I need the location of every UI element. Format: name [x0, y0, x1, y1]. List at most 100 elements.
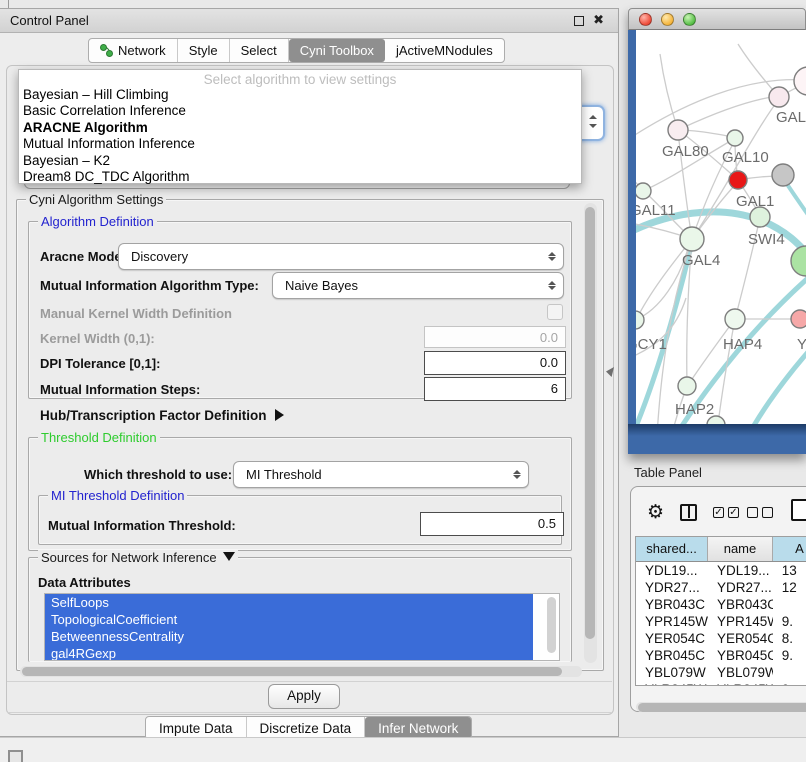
table-settings-gear-icon[interactable]: ⚙	[647, 501, 664, 524]
select-all-columns-icon[interactable]: ✓✓	[713, 507, 739, 518]
data-attributes-list[interactable]: SelfLoopsTopologicalCoefficientBetweenne…	[44, 593, 560, 661]
tab-infer-network-label: Infer Network	[378, 721, 458, 736]
table-row[interactable]: YLR345WYLR345W9.	[636, 681, 806, 686]
network-node[interactable]	[769, 87, 789, 107]
network-node[interactable]	[725, 309, 745, 329]
cyni-algorithm-settings-title: Cyni Algorithm Settings	[26, 192, 166, 207]
mi-threshold-field[interactable]: 0.5	[420, 512, 564, 536]
table-column-header[interactable]: A	[773, 537, 806, 561]
network-node[interactable]	[636, 183, 651, 199]
tab-impute-data[interactable]: Impute Data	[146, 717, 247, 739]
tab-infer-network[interactable]: Infer Network	[365, 717, 471, 739]
tab-jactivemnodules[interactable]: jActiveMNodules	[385, 39, 504, 62]
table-cell: YBL079W	[636, 664, 708, 681]
network-node[interactable]	[680, 227, 704, 251]
close-icon[interactable]: ✖	[593, 14, 604, 25]
sources-title-label: Sources for Network Inference	[41, 550, 217, 565]
mi-steps-field[interactable]: 6	[424, 377, 566, 401]
table-cell: 12	[773, 579, 806, 596]
table-row[interactable]: YBR045CYBR045C9.	[636, 647, 806, 664]
tab-style[interactable]: Style	[178, 39, 230, 62]
network-node[interactable]	[772, 164, 794, 186]
network-window-titlebar[interactable]	[628, 8, 806, 30]
mi-algorithm-type-combobox[interactable]: Naive Bayes	[272, 272, 564, 299]
float-window-icon[interactable]	[574, 16, 584, 26]
algorithm-option[interactable]: Bayesian – Hill Climbing	[19, 87, 581, 103]
table-column-header[interactable]: name	[708, 537, 773, 561]
settings-vertical-scrollbar[interactable]	[584, 203, 597, 663]
tab-cyni-toolbox[interactable]: Cyni Toolbox	[289, 39, 385, 62]
combo-arrows-icon	[513, 462, 521, 487]
mac-close-button[interactable]	[639, 13, 652, 26]
tab-select[interactable]: Select	[230, 39, 289, 62]
tab-network[interactable]: Network	[89, 39, 178, 62]
network-node[interactable]	[791, 246, 806, 276]
network-focus-border	[628, 424, 806, 454]
table-cell: YDR27...	[636, 579, 708, 596]
network-node[interactable]	[668, 120, 688, 140]
table-cell: YLR345W	[708, 681, 773, 686]
table-row[interactable]: YBL079WYBL079W	[636, 664, 806, 681]
kernel-width-field[interactable]: 0.0	[424, 326, 566, 348]
table-column-header[interactable]: shared...	[636, 537, 708, 561]
aracne-mode-combobox[interactable]: Discovery	[118, 243, 564, 270]
attribute-list-item[interactable]: SelfLoops	[45, 594, 533, 611]
table-horizontal-scrollbar[interactable]	[636, 702, 806, 712]
network-node[interactable]	[729, 171, 747, 189]
table-cell: YER054C	[708, 630, 773, 647]
table-row[interactable]: YDL19...YDL19...13	[636, 562, 806, 579]
attribute-list-item[interactable]: TopologicalCoefficient	[45, 611, 533, 628]
column-layout-icon[interactable]	[680, 504, 697, 521]
algorithm-option[interactable]: ARACNE Algorithm	[19, 120, 581, 136]
network-node[interactable]	[678, 377, 696, 395]
function-builder-icon[interactable]	[791, 499, 806, 521]
tab-style-label: Style	[189, 43, 218, 58]
table-row[interactable]: YER054CYER054C8.	[636, 630, 806, 647]
attribute-list-item[interactable]: gal4RGexp	[45, 645, 533, 661]
attribute-table[interactable]: shared...nameA YDL19...YDL19...13YDR27..…	[635, 536, 806, 686]
table-cell: 13	[773, 562, 806, 579]
mac-zoom-button[interactable]	[683, 13, 696, 26]
deselect-all-columns-icon[interactable]	[747, 507, 773, 518]
attributes-scrollbar[interactable]	[546, 596, 557, 656]
table-cell: 8.	[773, 630, 806, 647]
mi-threshold-label: Mutual Information Threshold:	[48, 518, 236, 533]
control-panel-window: Control Panel ✖ Network Style Select Cyn…	[0, 8, 619, 737]
grip-icon[interactable]	[8, 750, 23, 762]
table-cell: YPR145W	[636, 613, 708, 630]
network-edge-highlighted[interactable]	[738, 352, 806, 424]
network-canvas[interactable]: GAL2GAL80GAL10GAL1GAL11SWI4GAL4GCY1HAP4Y…	[636, 30, 806, 424]
table-panel: ⚙ ✓✓ shared...nameA YDL19...YDL19...13YD…	[630, 486, 806, 712]
attribute-list-item[interactable]: BetweennessCentrality	[45, 628, 533, 645]
algorithm-option[interactable]: Dream8 DC_TDC Algorithm	[19, 169, 581, 185]
mi-algorithm-type-value: Naive Bayes	[285, 273, 358, 298]
sources-group-title[interactable]: Sources for Network Inference	[38, 550, 238, 565]
network-node[interactable]	[636, 311, 644, 329]
dpi-tolerance-field[interactable]: 0.0	[424, 351, 566, 375]
table-row[interactable]: YBR043CYBR043C	[636, 596, 806, 613]
algorithm-option[interactable]: Basic Correlation Inference	[19, 103, 581, 119]
network-edge[interactable]	[678, 96, 778, 130]
mac-minimize-button[interactable]	[661, 13, 674, 26]
tab-discretize-data[interactable]: Discretize Data	[247, 717, 366, 739]
algorithm-combobox-fragment[interactable]	[578, 105, 605, 141]
table-cell: YBR045C	[708, 647, 773, 664]
network-node[interactable]	[794, 67, 806, 95]
network-node[interactable]	[727, 130, 743, 146]
network-node[interactable]	[750, 207, 770, 227]
control-panel-title: Control Panel	[10, 13, 89, 28]
algorithm-definition-title: Algorithm Definition	[38, 214, 157, 229]
mi-steps-label: Mutual Information Steps:	[40, 382, 200, 397]
table-row[interactable]: YDR27...YDR27...12	[636, 579, 806, 596]
network-node[interactable]	[791, 310, 806, 328]
which-threshold-combobox[interactable]: MI Threshold	[233, 461, 529, 488]
hub-definition-toggle[interactable]: Hub/Transcription Factor Definition	[40, 408, 284, 423]
algorithm-option[interactable]: Bayesian – K2	[19, 153, 581, 169]
table-header-row: shared...nameA	[636, 537, 806, 562]
algorithm-option[interactable]: Mutual Information Inference	[19, 136, 581, 152]
manual-kernel-width-checkbox[interactable]	[547, 304, 563, 320]
network-node-label: GAL11	[636, 202, 676, 219]
table-row[interactable]: YPR145WYPR145W9.	[636, 613, 806, 630]
apply-button[interactable]: Apply	[268, 684, 340, 709]
settings-horizontal-scrollbar[interactable]	[20, 666, 582, 677]
